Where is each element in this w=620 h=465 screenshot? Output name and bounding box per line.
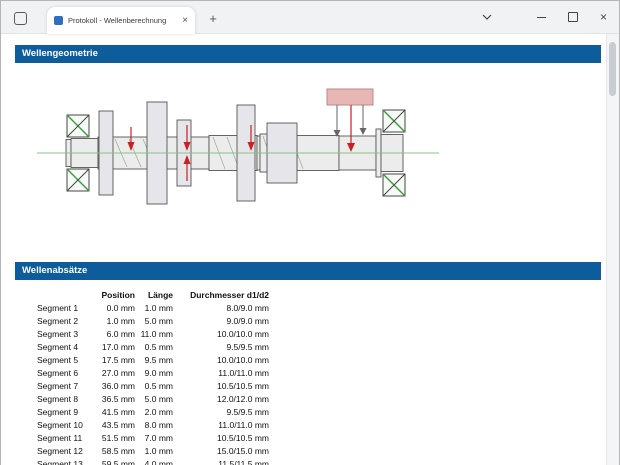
titlebar: Protokoll - Wellenberechnung × + × [1, 1, 619, 34]
table-row: Segment 627.0 mm9.0 mm11.0/11.0 mm [37, 367, 269, 380]
table-row: Segment 417.0 mm0.5 mm9.5/9.5 mm [37, 341, 269, 354]
cell-name: Segment 5 [37, 354, 93, 367]
shaft-diagram-area [11, 73, 619, 237]
page-content: Wellengeometrie [1, 34, 619, 465]
minimize-button[interactable] [526, 2, 557, 32]
table-row: Segment 941.5 mm2.0 mm9.5/9.5 mm [37, 406, 269, 419]
cell-diameter: 15.0/15.0 mm [173, 445, 269, 458]
cell-position: 0.0 mm [93, 302, 135, 315]
cell-diameter: 10.0/10.0 mm [173, 354, 269, 367]
cell-diameter: 11.0/11.0 mm [173, 419, 269, 432]
tab-close-icon[interactable]: × [182, 16, 188, 26]
cell-name: Segment 12 [37, 445, 93, 458]
tab-title: Protokoll - Wellenberechnung [68, 16, 177, 25]
tab-menu-button[interactable] [471, 2, 502, 32]
cell-length: 2.0 mm [135, 406, 173, 419]
new-tab-button[interactable]: + [204, 9, 222, 27]
cell-diameter: 9.5/9.5 mm [173, 406, 269, 419]
maximize-button[interactable] [557, 2, 588, 32]
cell-length: 0.5 mm [135, 341, 173, 354]
scrollbar-thumb[interactable] [609, 42, 616, 96]
table-row: Segment 517.5 mm9.5 mm10.0/10.0 mm [37, 354, 269, 367]
tab-favicon-icon [54, 16, 63, 25]
header-empty [37, 289, 93, 302]
close-icon: × [600, 11, 607, 23]
cell-position: 59.5 mm [93, 458, 135, 465]
cell-length: 0.5 mm [135, 380, 173, 393]
cell-length: 1.0 mm [135, 445, 173, 458]
cell-position: 27.0 mm [93, 367, 135, 380]
table-row: Segment 1043.5 mm8.0 mm11.0/11.0 mm [37, 419, 269, 432]
cell-name: Segment 8 [37, 393, 93, 406]
cell-name: Segment 10 [37, 419, 93, 432]
cell-diameter: 9.5/9.5 mm [173, 341, 269, 354]
cell-position: 41.5 mm [93, 406, 135, 419]
header-position: Position [93, 289, 135, 302]
cell-position: 1.0 mm [93, 315, 135, 328]
maximize-icon [568, 12, 578, 22]
cell-name: Segment 13 [37, 458, 93, 465]
cell-name: Segment 7 [37, 380, 93, 393]
minimize-icon [537, 17, 546, 18]
cell-position: 36.0 mm [93, 380, 135, 393]
cell-diameter: 11.5/11.5 mm [173, 458, 269, 465]
cell-diameter: 9.0/9.0 mm [173, 315, 269, 328]
cell-name: Segment 4 [37, 341, 93, 354]
workspace-button[interactable] [9, 7, 31, 29]
window-controls: × [471, 1, 619, 33]
cell-name: Segment 3 [37, 328, 93, 341]
header-diameter: Durchmesser d1/d2 [173, 289, 269, 302]
cell-length: 1.0 mm [135, 302, 173, 315]
cell-position: 51.5 mm [93, 432, 135, 445]
cell-name: Segment 6 [37, 367, 93, 380]
vertical-scrollbar[interactable] [606, 34, 619, 465]
cell-position: 36.5 mm [93, 393, 135, 406]
close-button[interactable]: × [588, 2, 619, 32]
browser-window: Protokoll - Wellenberechnung × + × Welle… [0, 0, 620, 465]
header-length: Länge [135, 289, 173, 302]
cell-diameter: 8.0/9.0 mm [173, 302, 269, 315]
table-row: Segment 736.0 mm0.5 mm10.5/10.5 mm [37, 380, 269, 393]
segments-table-body: Segment 10.0 mm1.0 mm8.0/9.0 mmSegment 2… [37, 302, 269, 465]
table-row: Segment 1359.5 mm4.0 mm11.5/11.5 mm [37, 458, 269, 465]
cell-diameter: 10.0/10.0 mm [173, 328, 269, 341]
cell-position: 58.5 mm [93, 445, 135, 458]
cell-length: 5.0 mm [135, 393, 173, 406]
cell-length: 9.0 mm [135, 367, 173, 380]
cell-length: 7.0 mm [135, 432, 173, 445]
table-row: Segment 1258.5 mm1.0 mm15.0/15.0 mm [37, 445, 269, 458]
cell-length: 8.0 mm [135, 419, 173, 432]
section-header-segments: Wellenabsätze [15, 262, 601, 280]
table-header-row: Position Länge Durchmesser d1/d2 [37, 289, 269, 302]
table-row: Segment 1151.5 mm7.0 mm10.5/10.5 mm [37, 432, 269, 445]
cell-length: 4.0 mm [135, 458, 173, 465]
chevron-down-icon [482, 14, 492, 20]
cell-position: 43.5 mm [93, 419, 135, 432]
cell-length: 9.5 mm [135, 354, 173, 367]
cell-diameter: 10.5/10.5 mm [173, 380, 269, 393]
cell-diameter: 10.5/10.5 mm [173, 432, 269, 445]
cell-length: 11.0 mm [135, 328, 173, 341]
table-row: Segment 836.5 mm5.0 mm12.0/12.0 mm [37, 393, 269, 406]
table-row: Segment 10.0 mm1.0 mm8.0/9.0 mm [37, 302, 269, 315]
browser-tab[interactable]: Protokoll - Wellenberechnung × [47, 7, 195, 34]
cell-name: Segment 9 [37, 406, 93, 419]
cell-diameter: 11.0/11.0 mm [173, 367, 269, 380]
cell-name: Segment 2 [37, 315, 93, 328]
cell-position: 6.0 mm [93, 328, 135, 341]
table-row: Segment 21.0 mm5.0 mm9.0/9.0 mm [37, 315, 269, 328]
cell-diameter: 12.0/12.0 mm [173, 393, 269, 406]
cell-length: 5.0 mm [135, 315, 173, 328]
shaft-diagram [11, 73, 571, 237]
square-icon [14, 12, 27, 25]
cell-name: Segment 1 [37, 302, 93, 315]
table-row: Segment 36.0 mm11.0 mm10.0/10.0 mm [37, 328, 269, 341]
cell-name: Segment 11 [37, 432, 93, 445]
cell-position: 17.5 mm [93, 354, 135, 367]
section-header-geometry: Wellengeometrie [15, 45, 601, 63]
cell-position: 17.0 mm [93, 341, 135, 354]
segments-table: Position Länge Durchmesser d1/d2 Segment… [37, 289, 269, 465]
